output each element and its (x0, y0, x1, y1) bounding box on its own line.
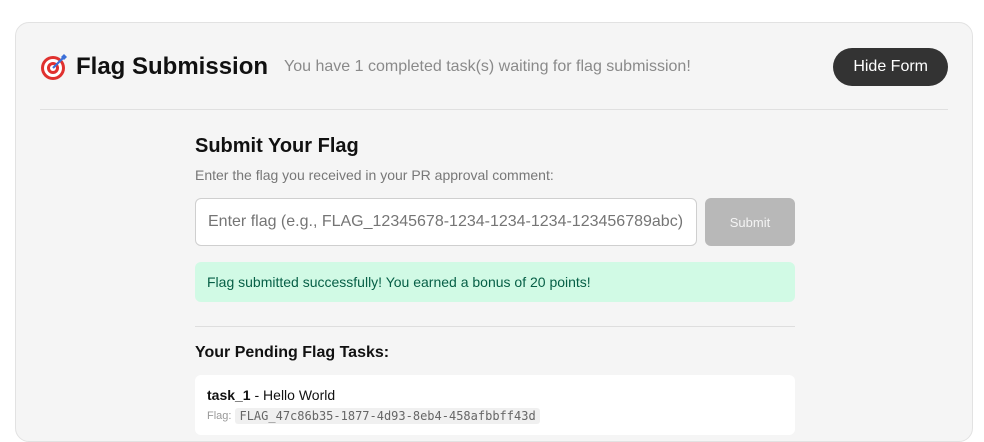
task-id: task_1 (207, 387, 251, 403)
input-row: Submit (195, 198, 795, 246)
hide-form-button[interactable]: Hide Form (833, 48, 948, 86)
pending-notice: You have 1 completed task(s) waiting for… (284, 58, 691, 75)
form-title: Submit Your Flag (195, 135, 359, 157)
page-title: Flag Submission (76, 53, 269, 80)
success-message: Flag submitted successfully! You earned … (195, 262, 795, 302)
flag-submission-card: Flag Submission You have 1 completed tas… (15, 22, 973, 442)
card-header: Flag Submission You have 1 completed tas… (40, 47, 948, 87)
submit-button[interactable]: Submit (705, 198, 795, 246)
list-item: task_1 - Hello World Flag: FLAG_47c86b35… (195, 375, 795, 435)
flag-input[interactable] (195, 198, 697, 246)
flag-form: Submit Your Flag Enter the flag you rece… (195, 133, 795, 435)
task-flag-line: Flag: FLAG_47c86b35-1877-4d93-8eb4-458af… (207, 408, 783, 424)
task-name: Hello World (263, 387, 336, 403)
flag-label: Flag: (207, 410, 232, 422)
header-divider (40, 109, 948, 110)
flag-code: FLAG_47c86b35-1877-4d93-8eb4-458afbbff43… (235, 408, 540, 424)
section-divider (195, 326, 795, 327)
pending-tasks-title: Your Pending Flag Tasks: (195, 344, 390, 361)
form-hint: Enter the flag you received in your PR a… (195, 167, 554, 183)
task-line: task_1 - Hello World (207, 387, 783, 404)
task-separator: - (250, 387, 264, 403)
target-icon (41, 54, 67, 80)
